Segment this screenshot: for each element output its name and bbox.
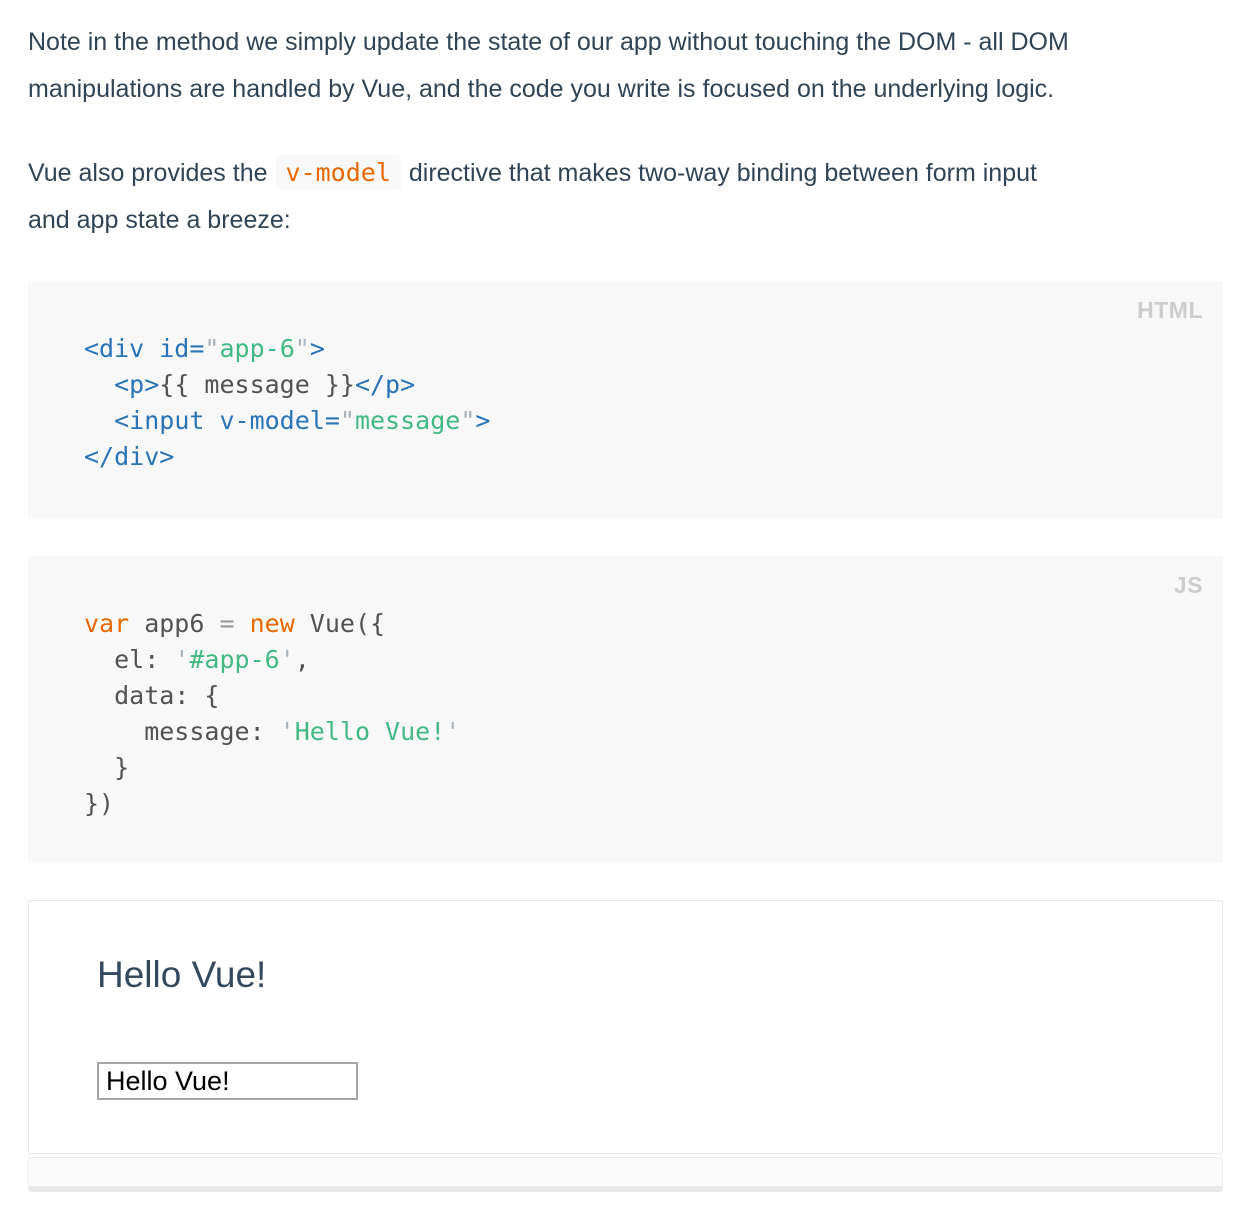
paragraph-vmodel-before: Vue also provides the: [28, 159, 268, 187]
demo-message-text: Hello Vue!: [97, 949, 1154, 1001]
code-block-html: HTML <div id="app-6"> <p>{{ message }}</…: [28, 281, 1223, 519]
paragraph-vmodel-intro: Vue also provides thev-modeldirective th…: [28, 149, 1223, 244]
code-js-source: var app6 = new Vue({ el: '#app-6', data:…: [84, 606, 1193, 822]
docs-content: Note in the method we simply update the …: [0, 0, 1240, 1192]
code-block-js: JS var app6 = new Vue({ el: '#app-6', da…: [28, 556, 1223, 863]
demo-message-input[interactable]: [97, 1062, 358, 1100]
live-demo-panel: Hello Vue!: [28, 900, 1223, 1154]
next-block-partial: [28, 1157, 1223, 1192]
lang-label-html: HTML: [1137, 297, 1203, 324]
lang-label-js: JS: [1174, 572, 1203, 599]
code-html-source: <div id="app-6"> <p>{{ message }}</p> <i…: [84, 331, 1193, 475]
inline-code-v-model: v-model: [276, 155, 401, 190]
paragraph-dom-note: Note in the method we simply update the …: [28, 19, 1223, 113]
